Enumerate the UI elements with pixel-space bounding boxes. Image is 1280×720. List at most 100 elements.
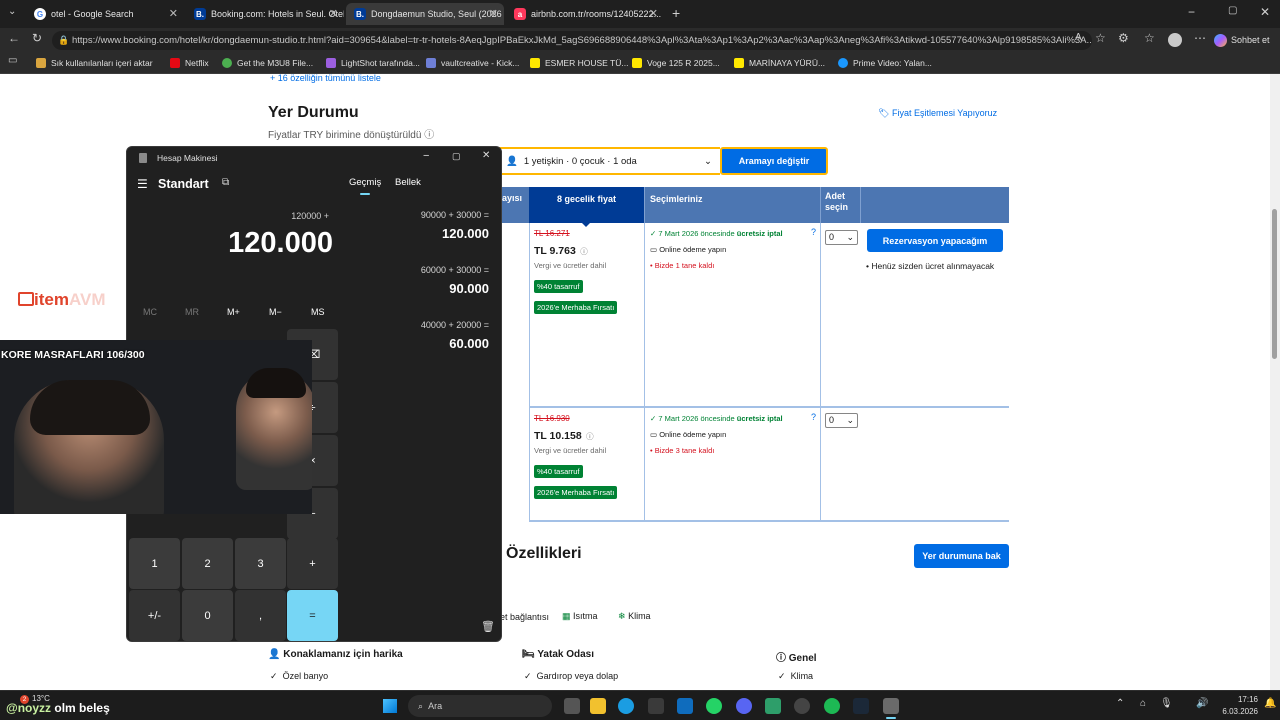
mic-icon[interactable]: 🎙 <box>1160 698 1173 709</box>
memory-recall[interactable]: MR <box>185 307 199 317</box>
close-tab-icon[interactable]: ✕ <box>489 7 498 20</box>
notifications-icon[interactable]: 🔔 <box>1264 698 1276 709</box>
edge-icon[interactable] <box>618 698 634 714</box>
discord-icon[interactable] <box>736 698 752 714</box>
price-match-link[interactable]: 🏷 Fiyat Eşitlemesi Yapıyoruz <box>878 108 997 119</box>
extensions-icon[interactable]: ⚙ <box>1118 31 1129 45</box>
keep-on-top-icon[interactable]: ⧉ <box>222 177 229 188</box>
app-icon[interactable] <box>765 698 781 714</box>
close-tab-icon[interactable]: ✕ <box>169 7 178 20</box>
quantity-select[interactable]: 0 ⌄ <box>825 230 858 245</box>
close-window-icon[interactable]: ✕ <box>1260 5 1270 19</box>
bookmark-marina[interactable]: MARİNAYA YÜRÜ... <box>734 56 825 70</box>
quantity-select[interactable]: 0 ⌄ <box>825 413 858 428</box>
history-result[interactable]: 90.000 <box>449 281 489 296</box>
add-key[interactable]: + <box>287 538 338 589</box>
tab-booking-hotels[interactable]: B. Booking.com: Hotels in Seul. Otelin ✕ <box>186 3 344 25</box>
sidebar-toggle-icon[interactable]: ▭ <box>8 55 17 66</box>
address-bar: ← ↻ 🔒 https://www.booking.com/hotel/kr/d… <box>0 28 1280 52</box>
key-2[interactable]: 2 <box>182 538 233 589</box>
memory-clear[interactable]: MC <box>143 307 157 317</box>
memory-add[interactable]: M+ <box>227 307 240 317</box>
tab-airbnb[interactable]: a airbnb.com.tr/rooms/12405222... ✕ <box>506 3 664 25</box>
new-tab-icon[interactable]: + <box>672 5 680 21</box>
copilot-button[interactable]: Sohbet et <box>1214 31 1276 49</box>
back-icon[interactable]: ← <box>8 31 20 45</box>
guests-selector[interactable]: 👤 1 yetişkin · 0 çocuk · 1 oda ⌄ <box>498 147 720 175</box>
history-expression[interactable]: 60000 + 30000 = <box>421 265 489 275</box>
card-icon: ▭ <box>650 245 658 254</box>
memory-subtract[interactable]: M− <box>269 307 282 317</box>
bookmark-import[interactable]: Sık kullanılanları içeri aktar <box>36 56 153 70</box>
trash-icon[interactable]: 🗑 <box>481 620 495 633</box>
maximize-icon[interactable]: ▢ <box>452 151 461 162</box>
view-availability-button[interactable]: Yer durumuna bak <box>914 544 1009 568</box>
close-tab-icon[interactable]: ✕ <box>649 7 658 20</box>
tab-google[interactable]: G otel - Google Search ✕ <box>26 3 184 25</box>
maximize-icon[interactable]: ▢ <box>1228 5 1237 16</box>
minimize-icon[interactable]: − <box>423 150 429 162</box>
bookmark-esmer[interactable]: ESMER HOUSE TÜ... <box>530 56 628 70</box>
search-box[interactable]: ⌕ Ara <box>408 695 552 717</box>
tab-menu-icon[interactable]: ⌄ <box>8 6 16 17</box>
key-0[interactable]: 0 <box>182 590 233 641</box>
lock-icon: 🔒 <box>58 35 70 45</box>
favorite-icon[interactable]: ☆ <box>1095 31 1106 45</box>
key-1[interactable]: 1 <box>129 538 180 589</box>
close-tab-icon[interactable]: ✕ <box>329 7 338 20</box>
bookmark-m3u8[interactable]: Get the M3U8 File... <box>222 56 313 70</box>
tag-icon: 🏷 <box>878 108 890 118</box>
file-explorer-icon[interactable] <box>590 698 606 714</box>
help-icon[interactable]: ? <box>811 412 816 422</box>
calculator-taskbar-icon[interactable] <box>883 698 899 714</box>
history-expression[interactable]: 90000 + 30000 = <box>421 210 489 220</box>
favorites-bar-icon[interactable]: ☆ <box>1144 31 1155 45</box>
equals-key[interactable]: = <box>287 590 338 641</box>
clock-time[interactable]: 17:16 <box>1214 695 1258 704</box>
tray-chevron-icon[interactable]: ⌃ <box>1116 698 1124 709</box>
tab-history[interactable]: Geçmiş <box>349 177 381 188</box>
header-choices: Seçimleriniz <box>644 187 820 223</box>
history-result[interactable]: 120.000 <box>442 226 489 241</box>
bookmark-lightshot[interactable]: LightShot tarafında... <box>326 56 420 70</box>
discount-badge: %40 tasarruf <box>534 280 583 293</box>
negate-key[interactable]: +/- <box>129 590 180 641</box>
memory-store[interactable]: MS <box>311 307 325 317</box>
clock-date[interactable]: 6.03.2026 <box>1204 707 1258 716</box>
tab-memory[interactable]: Bellek <box>395 177 421 188</box>
change-search-button[interactable]: Aramayı değiştir <box>720 147 828 175</box>
spotify-icon[interactable] <box>824 698 840 714</box>
steam-icon[interactable] <box>853 698 869 714</box>
tab-dongdaemun[interactable]: B. Dongdaemun Studio, Seul (2026 g ✕ <box>346 3 504 25</box>
profile-avatar[interactable] <box>1168 33 1182 47</box>
page-scrollbar[interactable] <box>1270 74 1280 690</box>
all-features-link[interactable]: + 16 özelliğin tümünü listele <box>270 74 381 83</box>
history-expression[interactable]: 40000 + 20000 = <box>421 320 489 330</box>
bookmark-vaultcreative[interactable]: vaultcreative - Kick... <box>426 56 519 70</box>
chatgpt-icon[interactable] <box>794 698 810 714</box>
bookmark-voge[interactable]: Voge 125 R 2025... <box>632 56 720 70</box>
refresh-icon[interactable]: ↻ <box>32 31 42 45</box>
help-icon[interactable]: ? <box>811 227 816 237</box>
more-icon[interactable]: ⋯ <box>1194 31 1206 45</box>
history-result[interactable]: 60.000 <box>449 336 489 351</box>
read-aloud-icon[interactable]: A <box>1075 32 1082 43</box>
scroll-thumb[interactable] <box>1272 209 1277 359</box>
url-field[interactable]: 🔒 https://www.booking.com/hotel/kr/dongd… <box>52 31 1092 50</box>
hamburger-menu-icon[interactable]: ☰ <box>137 177 148 191</box>
bookmark-netflix[interactable]: Netflix <box>170 56 209 70</box>
free-cancel: ✓ 7 Mart 2026 öncesinde ücretsiz iptal <box>650 229 783 238</box>
active-app-indicator <box>886 717 896 719</box>
bookmark-prime[interactable]: Prime Video: Yalan... <box>838 56 932 70</box>
whatsapp-icon[interactable] <box>706 698 722 714</box>
minimize-icon[interactable]: − <box>1188 5 1195 19</box>
key-3[interactable]: 3 <box>235 538 286 589</box>
start-icon[interactable] <box>383 699 397 713</box>
reserve-button[interactable]: Rezervasyon yapacağım <box>867 229 1003 252</box>
outlook-icon[interactable] <box>677 698 693 714</box>
close-icon[interactable]: ✕ <box>482 150 490 161</box>
task-view-icon[interactable] <box>564 698 580 714</box>
store-icon[interactable] <box>648 698 664 714</box>
network-icon[interactable]: ⌂ <box>1140 698 1146 709</box>
decimal-key[interactable]: , <box>235 590 286 641</box>
